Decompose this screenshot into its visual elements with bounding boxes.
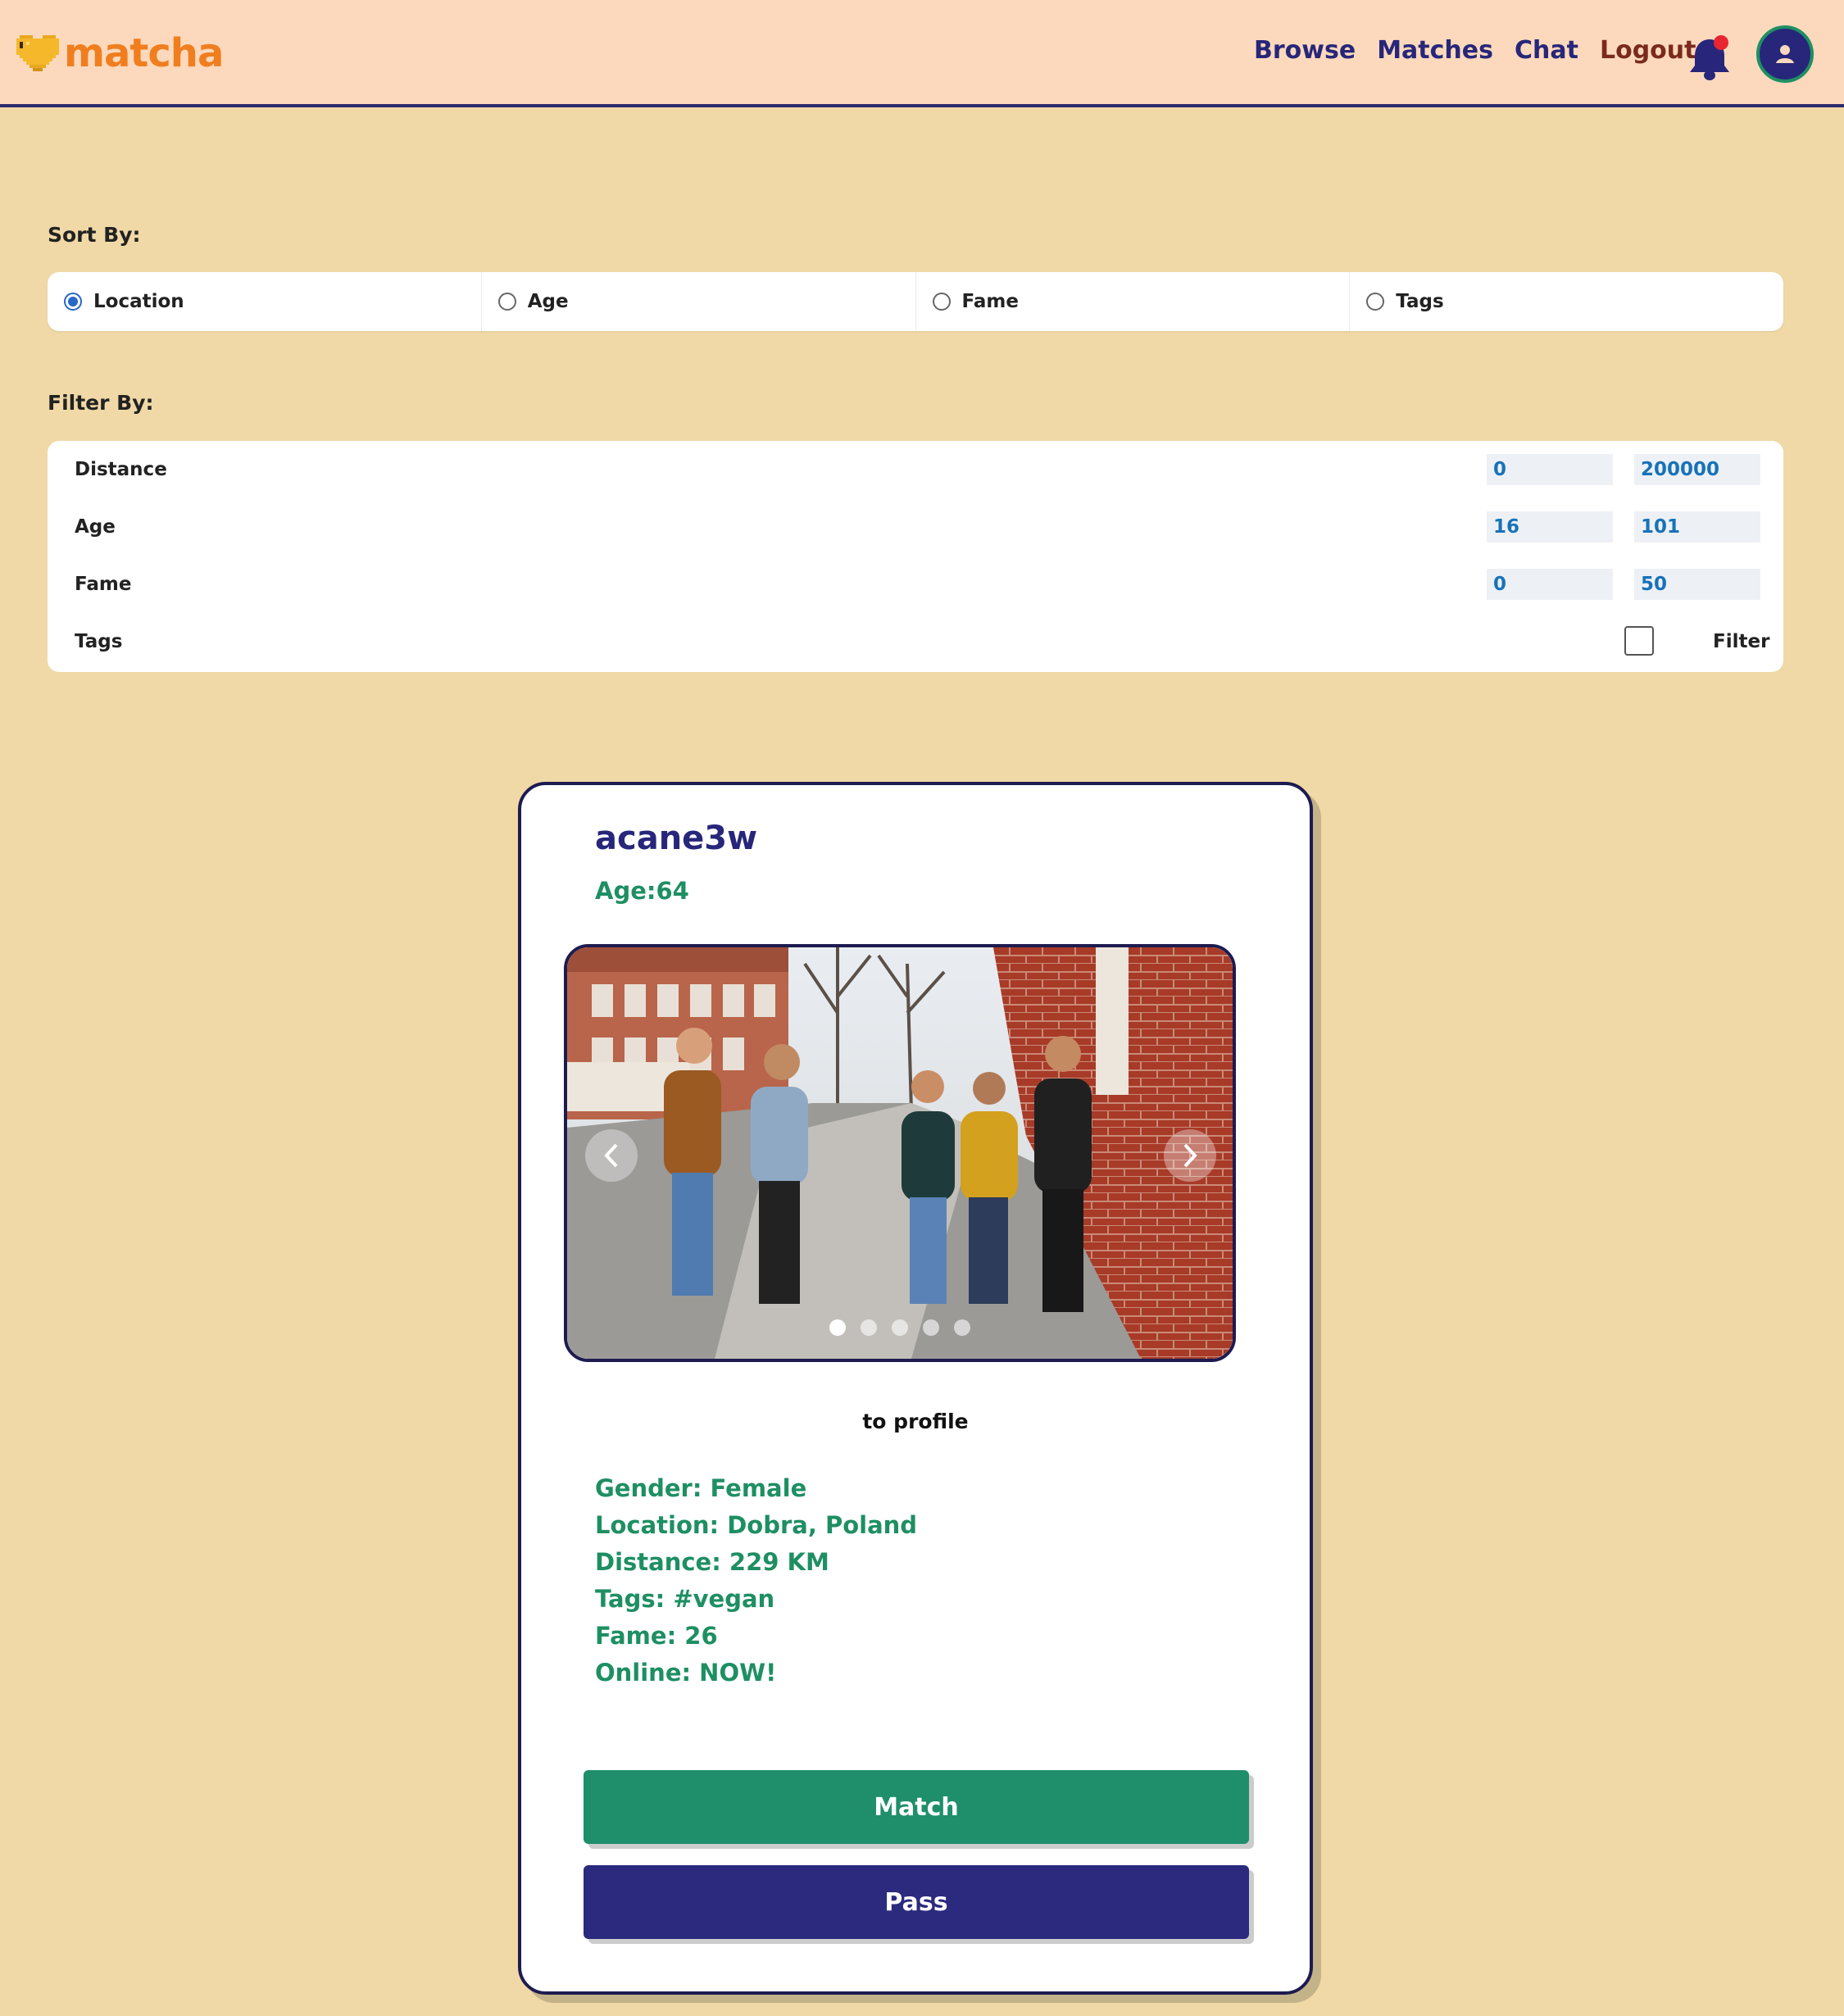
pixel-heart-icon (16, 35, 59, 71)
filter-label-distance: Distance (75, 459, 167, 480)
filter-label-fame: Fame (75, 574, 132, 595)
sort-option-tags[interactable]: Tags (1350, 272, 1783, 331)
chevron-left-icon (604, 1143, 618, 1168)
filter-button[interactable]: Filter (1713, 631, 1769, 652)
profile-details: Gender: Female Location: Dobra, Poland D… (595, 1470, 917, 1691)
nav-browse[interactable]: Browse (1254, 36, 1356, 65)
main-nav: Browse Matches Chat Logout (1254, 36, 1717, 65)
tags-filter-checkbox[interactable] (1624, 626, 1654, 656)
carousel-dot-2[interactable] (861, 1319, 877, 1336)
user-avatar-icon (1770, 39, 1800, 69)
carousel-next-button[interactable] (1164, 1129, 1216, 1182)
detail-fame: Fame: 26 (595, 1622, 718, 1650)
detail-distance: Distance: 229 KM (595, 1548, 829, 1576)
to-profile-link[interactable]: to profile (521, 1410, 1310, 1433)
carousel-dot-4[interactable] (923, 1319, 939, 1336)
profile-age: Age:64 (595, 877, 689, 905)
sort-options: Location Age Fame Tags (48, 272, 1783, 331)
filter-label-tags: Tags (75, 631, 123, 652)
profile-card: acane3w Age:64 to profile Gender: Female… (518, 782, 1313, 1995)
carousel-dot-3[interactable] (892, 1319, 908, 1336)
detail-gender: Gender: Female (595, 1474, 807, 1502)
logo[interactable]: matcha (16, 25, 224, 82)
nav-logout[interactable]: Logout (1600, 36, 1696, 65)
age-min-input[interactable] (1487, 511, 1613, 543)
age-max-input[interactable] (1634, 511, 1760, 543)
sort-by-label: Sort By: (48, 223, 141, 247)
distance-max-input[interactable] (1634, 454, 1760, 485)
detail-online: Online: NOW! (595, 1659, 777, 1687)
profile-avatar-button[interactable] (1756, 25, 1814, 83)
chevron-right-icon (1183, 1143, 1197, 1168)
filter-label-age: Age (75, 516, 116, 538)
logo-text: matcha (64, 30, 224, 76)
fame-max-input[interactable] (1634, 569, 1760, 600)
pass-button[interactable]: Pass (584, 1865, 1249, 1939)
nav-matches[interactable]: Matches (1377, 36, 1493, 65)
sort-option-label: Tags (1396, 291, 1444, 312)
radio-fame[interactable] (932, 293, 951, 311)
match-button[interactable]: Match (584, 1770, 1249, 1844)
photo-carousel[interactable] (564, 944, 1236, 1362)
filter-row-distance: Distance (48, 454, 1783, 487)
sort-option-label: Fame (961, 291, 1019, 312)
radio-age[interactable] (497, 293, 516, 311)
filter-row-fame: Fame (48, 569, 1783, 602)
sort-option-label: Age (527, 291, 569, 312)
sort-option-label: Location (93, 291, 184, 312)
filter-panel: Distance Age Fame Tags Filter (48, 441, 1783, 672)
fame-min-input[interactable] (1487, 569, 1613, 600)
sort-option-fame[interactable]: Fame (916, 272, 1351, 331)
carousel-dot-5[interactable] (954, 1319, 970, 1336)
distance-min-input[interactable] (1487, 454, 1613, 485)
filter-row-age: Age (48, 511, 1783, 544)
carousel-dot-1[interactable] (829, 1319, 846, 1336)
carousel-indicators (567, 1319, 1233, 1336)
profile-photo (567, 947, 1233, 1359)
filter-row-tags: Tags Filter (48, 626, 1783, 659)
filter-by-label: Filter By: (48, 391, 154, 415)
radio-tags[interactable] (1366, 293, 1385, 311)
top-navbar: matcha Browse Matches Chat Logout (0, 0, 1844, 107)
detail-tags: Tags: #vegan (595, 1585, 775, 1613)
bell-icon[interactable] (1687, 34, 1733, 82)
detail-location: Location: Dobra, Poland (595, 1511, 918, 1539)
nav-chat[interactable]: Chat (1515, 36, 1578, 65)
radio-location[interactable] (64, 293, 82, 311)
sort-option-age[interactable]: Age (482, 272, 916, 331)
carousel-prev-button[interactable] (585, 1129, 638, 1182)
profile-username: acane3w (595, 820, 758, 857)
sort-option-location[interactable]: Location (48, 272, 482, 331)
